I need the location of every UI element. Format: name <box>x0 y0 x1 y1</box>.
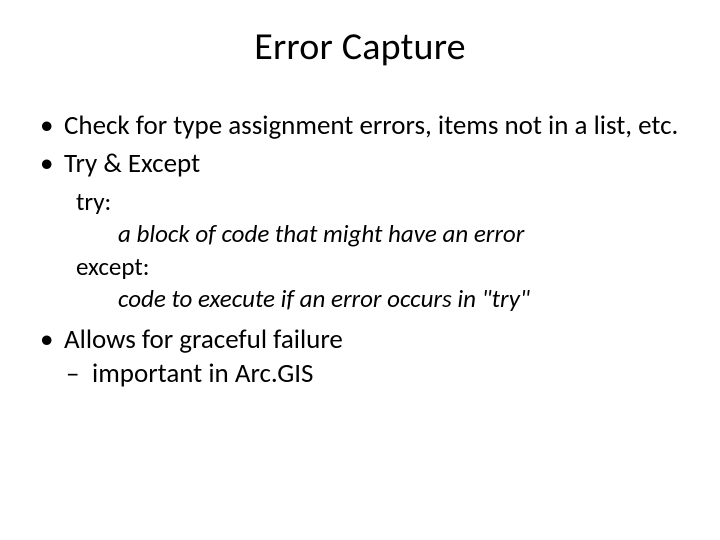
code-line: try: <box>76 186 692 219</box>
code-block: try: a block of code that might have an … <box>76 186 692 316</box>
bullet-item: Check for type assignment errors, items … <box>36 110 692 142</box>
bullet-list: Allows for graceful failure important in… <box>28 324 692 390</box>
code-line: a block of code that might have an error <box>76 218 692 251</box>
bullet-list: Check for type assignment errors, items … <box>28 110 692 180</box>
bullet-item: Try & Except <box>36 148 692 180</box>
code-line: except: <box>76 251 692 284</box>
bullet-text: Allows for graceful failure <box>64 323 343 356</box>
bullet-item: Allows for graceful failure important in… <box>36 324 692 390</box>
slide: Error Capture Check for type assignment … <box>0 0 720 540</box>
sub-bullet-text: important in Arc.GIS <box>92 357 313 390</box>
code-line: code to execute if an error occurs in "t… <box>76 283 692 316</box>
bullet-text: Try & Except <box>64 147 200 180</box>
sub-bullet-list: important in Arc.GIS <box>64 358 692 390</box>
bullet-text: Check for type assignment errors, items … <box>64 109 678 142</box>
slide-title: Error Capture <box>28 24 692 70</box>
sub-bullet-item: important in Arc.GIS <box>64 358 692 390</box>
